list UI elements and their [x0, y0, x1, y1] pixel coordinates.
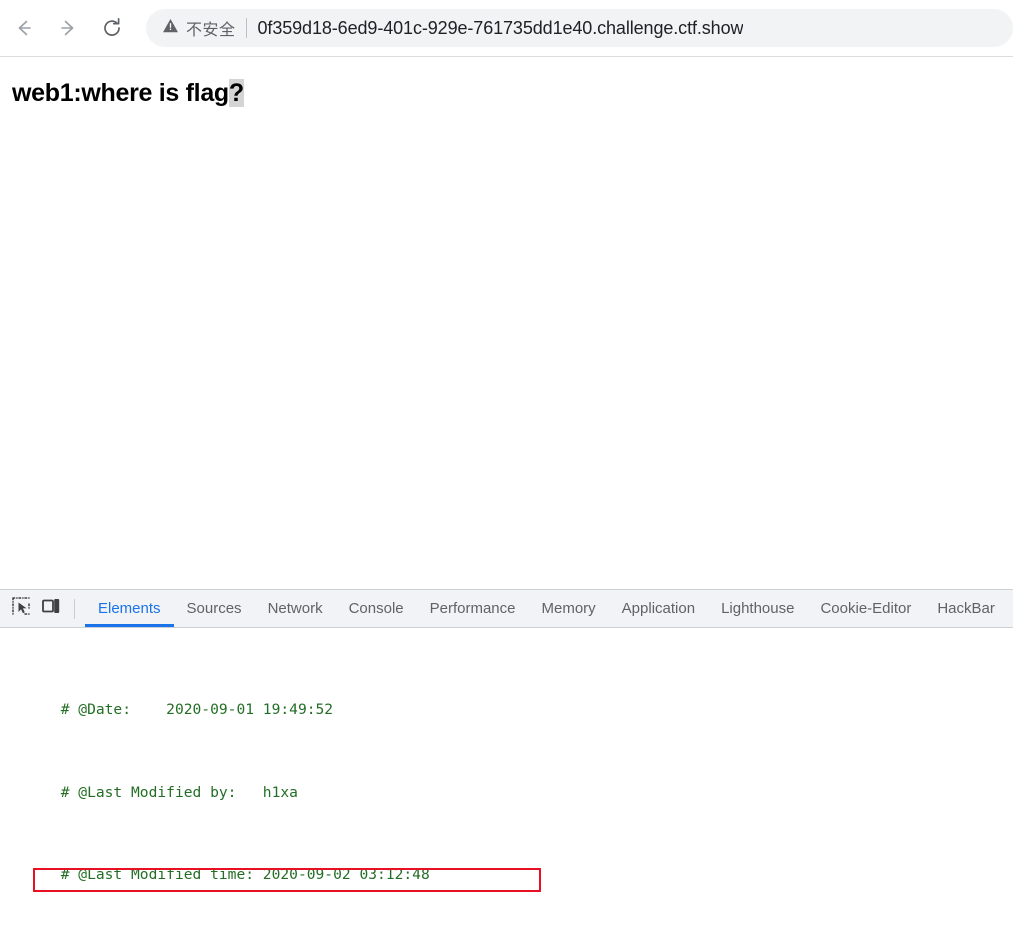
- tab-network[interactable]: Network: [255, 590, 336, 627]
- warning-triangle-icon: [162, 17, 179, 39]
- arrow-right-icon: [57, 17, 79, 39]
- address-bar[interactable]: 不安全 0f359d18-6ed9-401c-929e-761735dd1e40…: [146, 9, 1013, 47]
- tab-memory[interactable]: Memory: [529, 590, 609, 627]
- page-title-selection: ?: [228, 79, 244, 107]
- security-label: 不安全: [186, 22, 236, 39]
- page-title: web1:where is flag?: [12, 79, 1013, 108]
- arrow-left-icon: [13, 17, 35, 39]
- tab-lighthouse[interactable]: Lighthouse: [708, 590, 807, 627]
- tab-application[interactable]: Application: [609, 590, 708, 627]
- security-chip[interactable]: 不安全: [162, 16, 236, 40]
- devtools-panel: Elements Sources Network Console Perform…: [0, 589, 1013, 948]
- comment-line-modified-by: # @Last Modified by: h1xa: [60, 783, 298, 801]
- device-toolbar-icon: [41, 596, 61, 621]
- url-text: 0f359d18-6ed9-401c-929e-761735dd1e40.cha…: [257, 17, 744, 38]
- page-viewport: web1:where is flag?: [0, 57, 1013, 589]
- browser-toolbar: 不安全 0f359d18-6ed9-401c-929e-761735dd1e40…: [0, 0, 1013, 57]
- device-toolbar-button[interactable]: [36, 594, 66, 624]
- comment-line-modified-time: # @Last Modified time: 2020-09-02 03:12:…: [60, 866, 430, 884]
- tab-performance[interactable]: Performance: [417, 590, 529, 627]
- dom-row[interactable]: # @Last Modified by: h1xa: [0, 762, 1013, 801]
- tab-hackbar[interactable]: HackBar: [924, 590, 1008, 627]
- reload-icon: [100, 16, 124, 40]
- toolbar-divider: [74, 598, 75, 619]
- tab-elements[interactable]: Elements: [85, 590, 174, 627]
- inspect-element-icon: [11, 596, 31, 621]
- dom-row[interactable]: # @email: h1xa@ctfer.com: [0, 928, 1013, 948]
- omnibox-divider: [245, 18, 247, 38]
- inspect-element-button[interactable]: [6, 594, 36, 624]
- tab-console[interactable]: Console: [336, 590, 417, 627]
- comment-line-date: # @Date: 2020-09-01 19:49:52: [60, 700, 334, 718]
- devtools-toolbar: Elements Sources Network Console Perform…: [0, 590, 1013, 628]
- reload-button[interactable]: [92, 8, 132, 48]
- back-button[interactable]: [4, 8, 44, 48]
- dom-row[interactable]: # @Date: 2020-09-01 19:49:52: [0, 679, 1013, 718]
- forward-button[interactable]: [48, 8, 88, 48]
- tab-sources[interactable]: Sources: [174, 590, 255, 627]
- dom-row[interactable]: # @Last Modified time: 2020-09-02 03:12:…: [0, 845, 1013, 883]
- dom-tree[interactable]: # @Date: 2020-09-01 19:49:52 # @Last Mod…: [0, 628, 1013, 948]
- page-title-text: web1:where is flag: [12, 79, 229, 107]
- tab-cookie-editor[interactable]: Cookie-Editor: [807, 590, 924, 627]
